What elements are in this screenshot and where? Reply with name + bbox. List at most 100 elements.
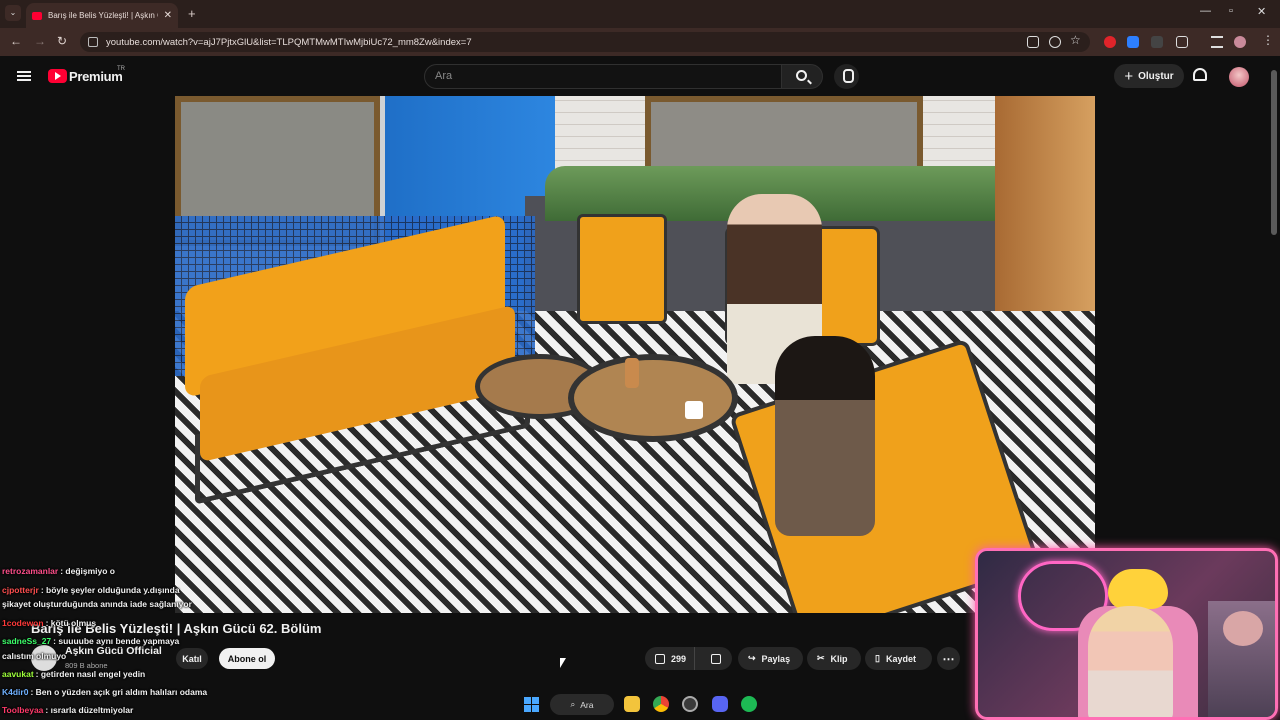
search-button[interactable] [781, 64, 823, 89]
thumbs-up-icon [655, 653, 665, 664]
windows-start-icon[interactable] [524, 697, 539, 712]
chat-username: 1codewon [2, 618, 44, 628]
more-horizontal-icon: ⋯ [942, 651, 955, 666]
profile-avatar-icon[interactable] [1234, 36, 1246, 48]
webcam-pikachu-plush [1108, 569, 1168, 609]
thumbs-down-icon [711, 653, 722, 664]
youtube-logo-icon[interactable] [48, 69, 67, 83]
chat-message: retrozamanlar: değişmiyo o [2, 566, 115, 578]
stream-chat-overlay: retrozamanlar: değişmiyo o cjpotterjr: b… [2, 562, 302, 720]
browser-toolbar: ← → ↻ youtube.com/watch?v=ajJ7PjtxGlU&li… [0, 28, 1280, 56]
discord-icon[interactable] [712, 696, 728, 712]
share-label: Paylaş [761, 653, 791, 664]
search-input[interactable]: Ara [424, 64, 782, 89]
youtube-header: Premium TR Ara + Oluştur [0, 56, 1280, 96]
account-avatar[interactable] [1229, 67, 1249, 87]
chrome-icon[interactable] [653, 696, 669, 712]
menu-hamburger-icon[interactable] [17, 71, 31, 81]
clip-label: Klip [830, 653, 848, 664]
video-scene-woman [775, 336, 875, 536]
browser-tab-bar: ⌄ Barış ile Belis Yüzleşti! | Aşkın Gü ✕… [0, 0, 1280, 28]
bookmark-icon: ▯ [875, 653, 880, 663]
extension-dark-icon[interactable] [1151, 36, 1163, 48]
more-actions-button[interactable]: ⋯ [937, 647, 960, 670]
chat-text: calıstım olmuyo [2, 651, 67, 661]
extension-red-icon[interactable] [1104, 36, 1116, 48]
chat-message: calıstım olmuyo [2, 651, 66, 663]
chat-text: : kötü olmuş [45, 618, 97, 628]
bookmark-star-icon[interactable]: ☆ [1070, 33, 1081, 47]
browser-tab-active[interactable]: Barış ile Belis Yüzleşti! | Aşkın Gü ✕ [26, 3, 178, 28]
chat-message: K4dir0: Ben o yüzden açık gri aldım halı… [2, 687, 207, 699]
dislike-button[interactable] [701, 647, 731, 670]
extension-blue-icon[interactable] [1127, 36, 1139, 48]
search-icon: ⌕ [570, 699, 576, 709]
page-scrollbar[interactable] [1271, 70, 1277, 235]
create-label: Oluştur [1138, 70, 1174, 82]
chat-text: şikayet oluşturduğunda anında iade sağla… [2, 599, 192, 609]
chat-message: sadneSs_27: suuuube aynı bende yapmaya [2, 636, 179, 648]
address-bar[interactable]: youtube.com/watch?v=ajJ7PjtxGlU&list=TLP… [80, 32, 1090, 52]
chat-text: : böyle şeyler olduğunda y.dışında [40, 585, 180, 595]
notifications-bell-icon[interactable] [1193, 68, 1207, 81]
chat-message: cjpotterjr: böyle şeyler olduğunda y.dış… [2, 585, 180, 597]
webcam-plush [1223, 611, 1263, 646]
close-tab-icon[interactable]: ✕ [164, 10, 172, 21]
spotify-icon[interactable] [741, 696, 757, 712]
file-explorer-icon[interactable] [624, 696, 640, 712]
browser-menu-icon[interactable]: ⋮ [1262, 33, 1274, 47]
video-scene-chair [577, 214, 667, 324]
search-icon [796, 70, 807, 81]
video-player[interactable] [175, 96, 1095, 613]
chat-message: Toolbeyaa: ısrarla düzeltmiyolar [2, 705, 133, 717]
webcam-streamer [1088, 606, 1173, 717]
chat-message: aavukat: getirden nasıl engel yedin [2, 669, 145, 681]
chat-message: şikayet oluşturduğunda anında iade sağla… [2, 599, 192, 611]
video-scene-jar [625, 358, 639, 388]
save-label: Kaydet [885, 653, 916, 664]
share-arrow-icon: ↪ [748, 653, 756, 663]
eye-slash-icon[interactable] [1049, 36, 1061, 48]
minimize-icon[interactable]: — [1200, 5, 1211, 17]
chat-text: : suuuube aynı bende yapmaya [53, 636, 180, 646]
reload-icon[interactable]: ↻ [57, 34, 67, 48]
restore-icon[interactable]: ▫ [1229, 5, 1233, 17]
tab-list-chevron-icon[interactable]: ⌄ [5, 5, 21, 21]
video-scene-table [568, 354, 738, 442]
forward-arrow-icon[interactable]: → [34, 34, 46, 48]
save-button[interactable]: ▯ Kaydet [865, 647, 932, 670]
chat-text: : ısrarla düzeltmiyolar [45, 705, 134, 715]
new-tab-plus-icon[interactable]: + [188, 6, 196, 21]
chat-username: cjpotterjr [2, 585, 39, 595]
chat-username: sadneSs_27 [2, 636, 52, 646]
plus-icon: + [1124, 67, 1134, 85]
chat-username: aavukat [2, 669, 34, 679]
create-button[interactable]: + Oluştur [1114, 64, 1184, 88]
like-button[interactable]: 299 [645, 647, 696, 670]
close-window-icon[interactable]: ✕ [1257, 5, 1266, 18]
taskbar-search-label: Ara [580, 699, 594, 710]
cast-icon[interactable] [1027, 36, 1039, 48]
chat-text: : Ben o yüzden açık gri aldım halıları o… [30, 687, 208, 697]
site-info-icon[interactable] [88, 37, 98, 47]
chat-message: 1codewon: kötü olmuş [2, 618, 96, 630]
back-arrow-icon[interactable]: ← [10, 34, 22, 48]
share-button[interactable]: ↪ Paylaş [738, 647, 803, 670]
voice-search-mic-icon[interactable] [834, 64, 859, 89]
streamer-webcam [975, 548, 1278, 720]
mouse-cursor-icon [560, 658, 566, 668]
taskbar-search[interactable]: ⌕ Ara [550, 694, 614, 715]
clip-button[interactable]: ✂ Klip [807, 647, 861, 670]
scissors-icon: ✂ [817, 653, 825, 663]
youtube-premium-brand[interactable]: Premium [69, 69, 123, 84]
reading-list-icon[interactable] [1211, 36, 1223, 48]
chat-username: retrozamanlar [2, 566, 59, 576]
github-icon[interactable] [682, 696, 698, 712]
chat-text: : değişmiyo o [60, 566, 116, 576]
chat-username: K4dir0 [2, 687, 29, 697]
like-dislike-group: 299 [645, 647, 732, 670]
extensions-puzzle-icon[interactable] [1176, 36, 1188, 48]
youtube-favicon-icon [32, 11, 42, 20]
country-code: TR [117, 66, 125, 72]
video-scene-cup [685, 401, 703, 419]
